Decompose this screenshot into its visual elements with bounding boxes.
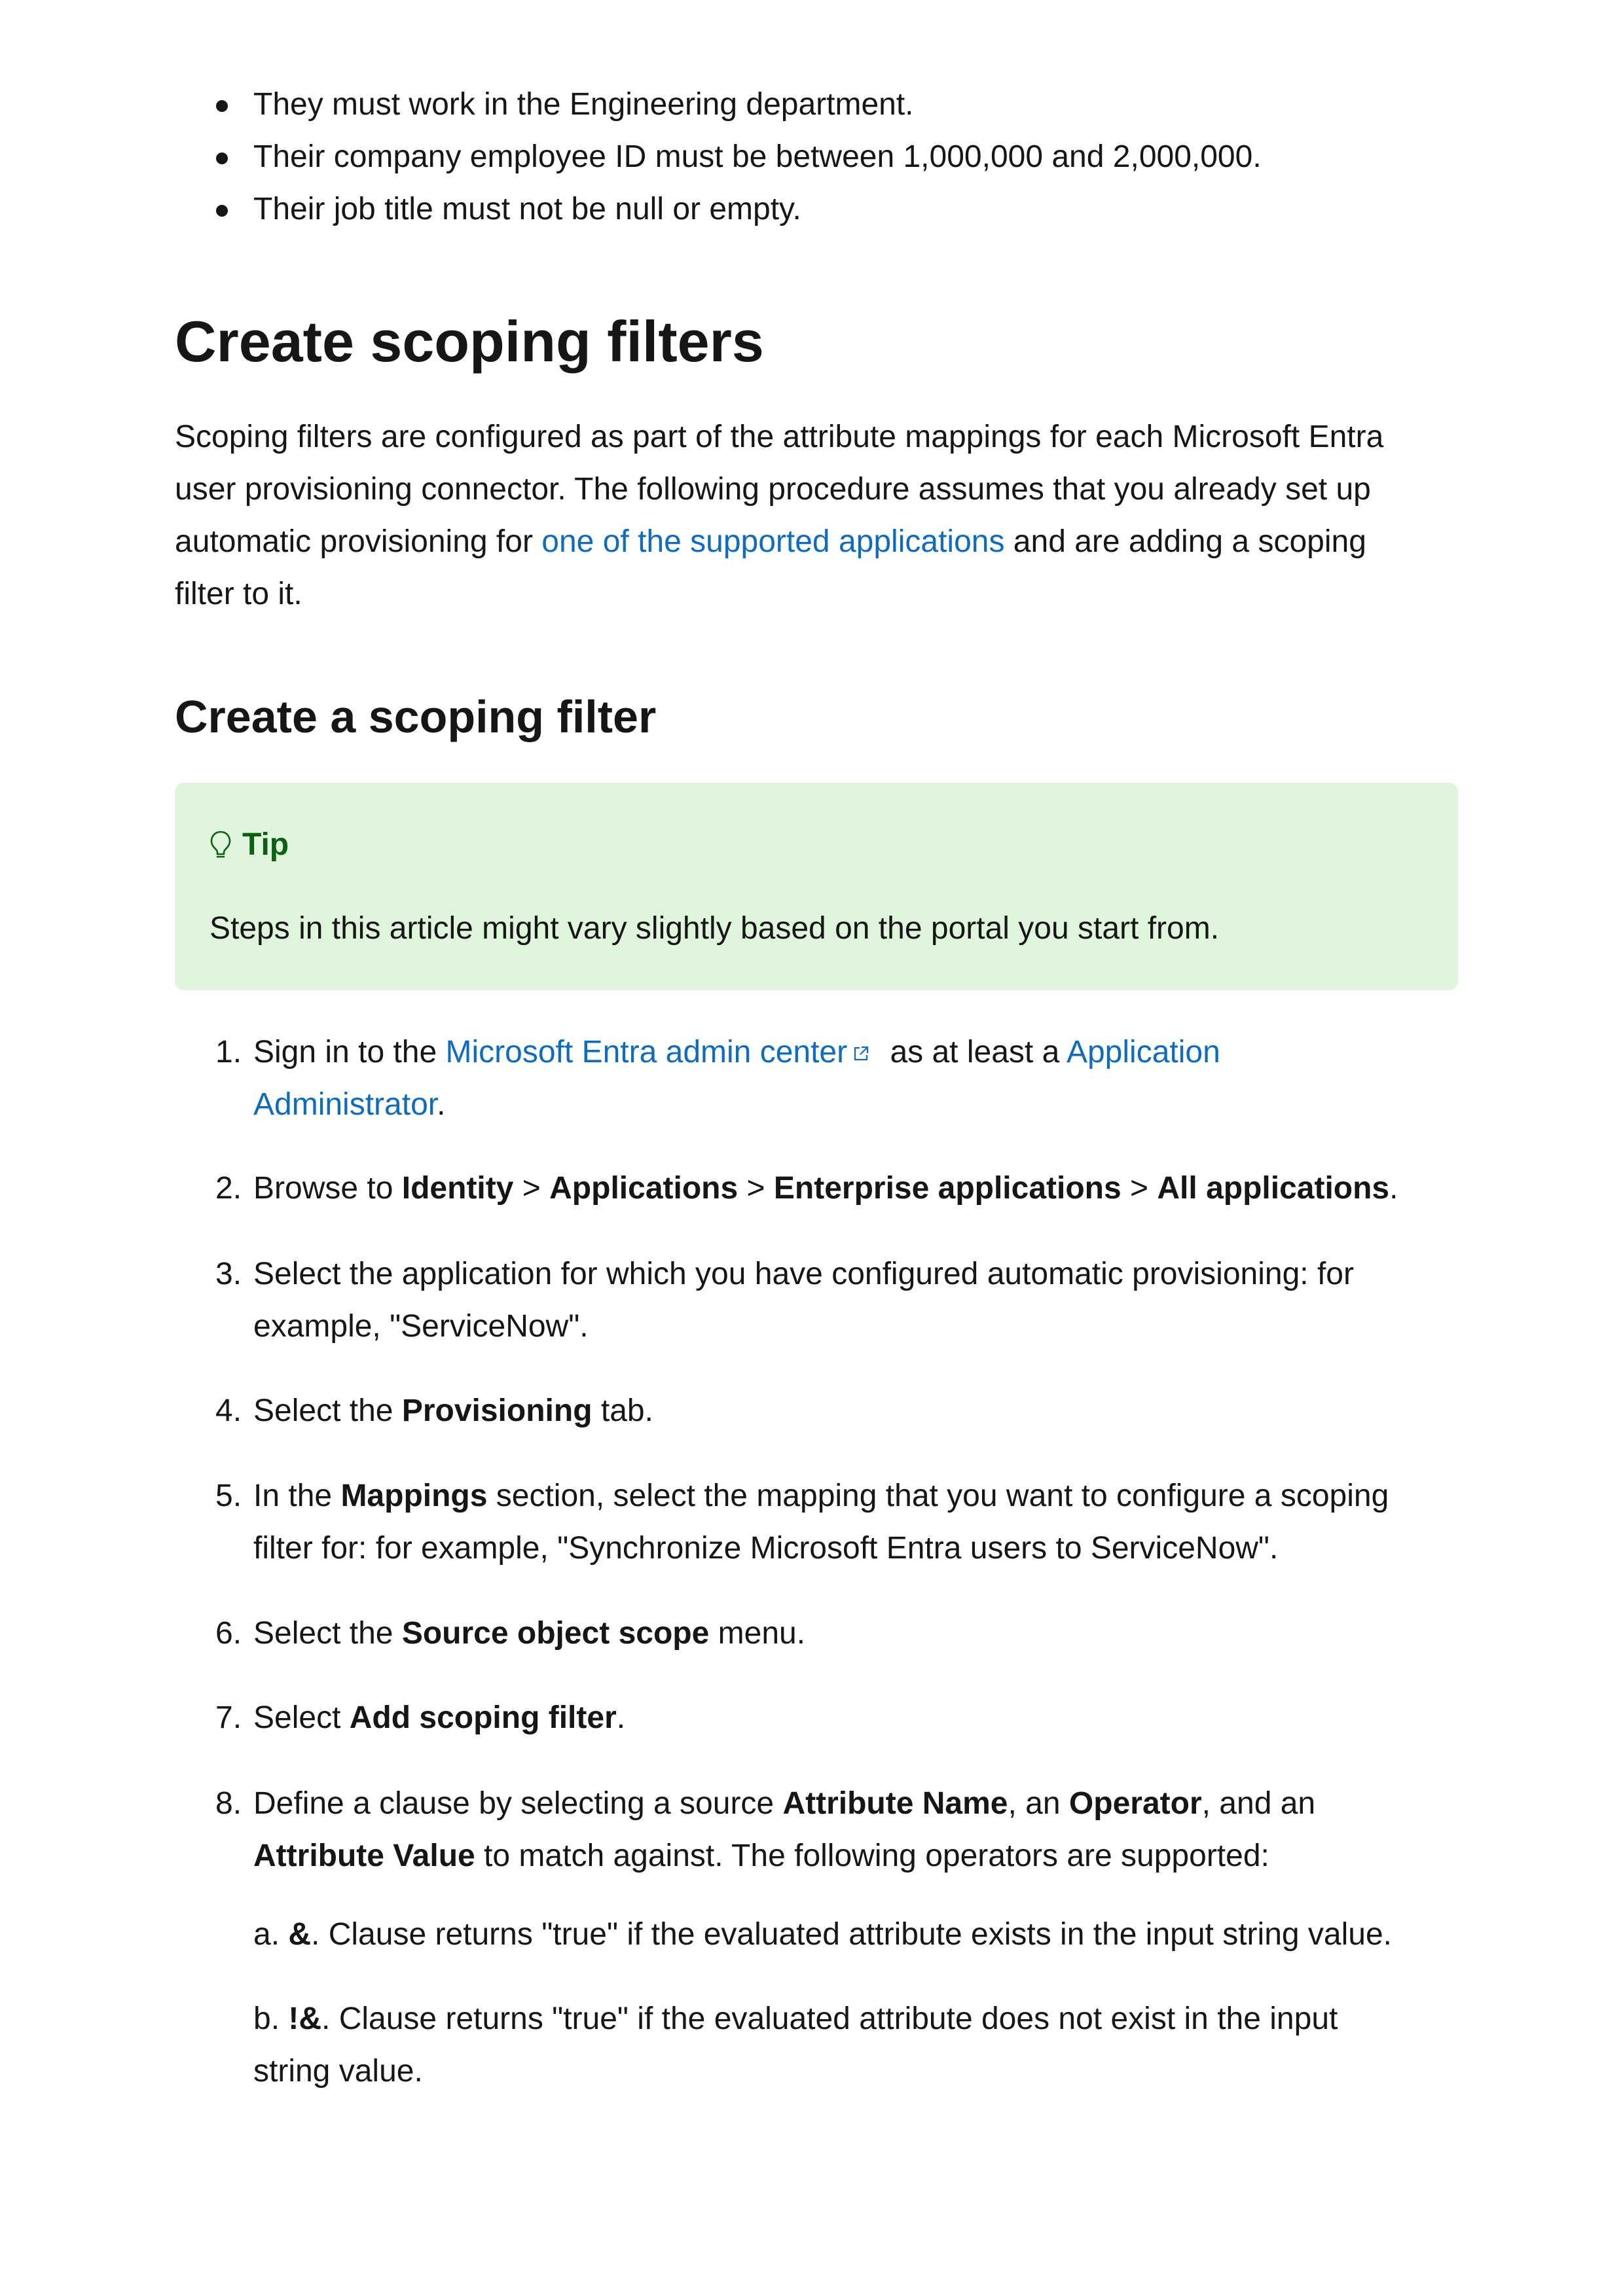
bullet-dot <box>216 152 228 164</box>
operator-item: b. !&. Clause returns "true" if the eval… <box>253 1993 1478 2098</box>
step-fragment: to match against. The following operator… <box>475 1839 1269 1873</box>
step-line: Define a clause by selecting a source At… <box>253 1778 1478 1830</box>
operator-description: . Clause returns "true" if the evaluated… <box>311 1917 1393 1952</box>
list-item: Their job title must not be null or empt… <box>175 183 1262 236</box>
ui-term-source-object-scope: Source object scope <box>401 1616 710 1651</box>
external-link-icon <box>854 1046 869 1061</box>
ui-term-attribute-name: Attribute Name <box>782 1786 1008 1821</box>
step-line: Select Add scoping filter. <box>253 1692 1478 1744</box>
step-number: 3. <box>215 1257 242 1291</box>
step-fragment: Select <box>253 1700 350 1735</box>
operator-line: string value. <box>253 2054 423 2089</box>
step-fragment: as at least a <box>881 1035 1067 1069</box>
step-number: 5. <box>215 1479 242 1513</box>
intro-line: Scoping filters are configured as part o… <box>175 420 1384 454</box>
list-item: Their company employee ID must be betwee… <box>175 131 1262 183</box>
application-administrator-link[interactable]: Application <box>1067 1035 1220 1069</box>
step-line: Administrator. <box>253 1079 1478 1131</box>
step-number: 1. <box>215 1035 242 1069</box>
step-line: In the Mappings section, select the mapp… <box>253 1470 1478 1522</box>
lightbulb-icon <box>210 831 231 858</box>
step-fragment: > <box>1121 1171 1158 1206</box>
operator-item: a. &. Clause returns "true" if the evalu… <box>253 1909 1478 1961</box>
step-fragment: menu. <box>709 1616 806 1651</box>
intro-text: automatic provisioning for <box>175 524 542 559</box>
step-text: Define a clause by selecting a source At… <box>253 1778 1478 1882</box>
step-fragment: , and an <box>1201 1786 1316 1821</box>
ui-term-operator: Operator <box>1068 1786 1202 1821</box>
intro-line: automatic provisioning for one of the su… <box>175 516 1478 568</box>
intro-text: and are adding a scoping <box>1004 524 1366 559</box>
ui-term-all-applications: All applications <box>1157 1171 1390 1206</box>
section-heading: Create scoping filters <box>175 309 764 374</box>
operator-prefix: b. <box>253 2001 289 2036</box>
list-item: They must work in the Engineering depart… <box>175 79 1262 131</box>
step-line: Select the Source object scope menu. <box>253 1607 1478 1660</box>
step-line: filter for: for example, "Synchronize Mi… <box>253 1531 1279 1566</box>
step-text: Sign in to the Microsoft Entra admin cen… <box>253 1026 1478 1131</box>
ui-term-add-scoping-filter: Add scoping filter <box>349 1700 617 1735</box>
tip-label: Tip <box>242 827 289 862</box>
step-fragment: , an <box>1008 1786 1069 1821</box>
step-number: 2. <box>215 1171 242 1206</box>
step-line: Select the Provisioning tab. <box>253 1385 1478 1437</box>
list-item-text: Their job title must not be null or empt… <box>253 192 801 226</box>
operator-line: a. &. Clause returns "true" if the evalu… <box>253 1909 1478 1961</box>
tip-callout: Tip Steps in this article might vary sli… <box>175 783 1458 990</box>
ui-term-identity: Identity <box>401 1171 514 1206</box>
operator-symbol: !& <box>288 2001 322 2036</box>
step-number: 4. <box>215 1393 242 1428</box>
step-text: Select Add scoping filter. <box>253 1692 1478 1744</box>
tip-text: Steps in this article might vary slightl… <box>210 911 1220 946</box>
step-text: In the Mappings section, select the mapp… <box>253 1470 1478 1575</box>
step-line: Browse to Identity > Applications > Ente… <box>253 1162 1478 1215</box>
ui-term-mappings: Mappings <box>340 1479 488 1513</box>
application-administrator-link[interactable]: Administrator <box>253 1087 437 1122</box>
supported-applications-link[interactable]: one of the supported applications <box>541 524 1004 559</box>
entra-admin-center-link[interactable]: Microsoft Entra admin center <box>446 1035 848 1069</box>
step-text: Select the application for which you hav… <box>253 1248 1478 1353</box>
ui-term-applications: Applications <box>549 1171 739 1206</box>
step-fragment: tab. <box>592 1393 653 1428</box>
operator-symbol: & <box>288 1917 312 1952</box>
step-text: Browse to Identity > Applications > Ente… <box>253 1162 1478 1215</box>
intro-paragraph: Scoping filters are configured as part o… <box>175 411 1478 620</box>
step-fragment: Define a clause by selecting a source <box>253 1786 783 1821</box>
step-fragment: > <box>738 1171 774 1206</box>
step-fragment: . <box>1389 1171 1398 1206</box>
step-line: Select the application for which you hav… <box>253 1257 1354 1291</box>
intro-line: filter to it. <box>175 577 302 611</box>
step-line: Attribute Value to match against. The fo… <box>253 1830 1478 1882</box>
bullet-dot <box>216 100 228 112</box>
step-fragment: In the <box>253 1479 341 1513</box>
step-text: Select the Provisioning tab. <box>253 1385 1478 1437</box>
criteria-bullet-list: They must work in the Engineering depart… <box>175 79 1262 236</box>
operator-description: . Clause returns "true" if the evaluated… <box>321 2001 1338 2036</box>
step-fragment: Browse to <box>253 1171 402 1206</box>
subsection-heading: Create a scoping filter <box>175 691 657 742</box>
bullet-dot <box>216 205 228 217</box>
step-fragment: . <box>437 1087 446 1122</box>
intro-line: user provisioning connector. The followi… <box>175 472 1371 507</box>
ui-term-enterprise-applications: Enterprise applications <box>773 1171 1122 1206</box>
step-fragment: Select the <box>253 1616 402 1651</box>
step-line: example, "ServiceNow". <box>253 1309 589 1344</box>
step-fragment: section, select the mapping that you wan… <box>487 1479 1389 1513</box>
operator-prefix: a. <box>253 1917 289 1952</box>
step-number: 7. <box>215 1700 242 1735</box>
list-item-text: Their company employee ID must be betwee… <box>253 139 1262 174</box>
tip-header: Tip <box>210 822 289 868</box>
step-number: 6. <box>215 1616 242 1651</box>
ui-term-provisioning: Provisioning <box>401 1393 593 1428</box>
list-item-text: They must work in the Engineering depart… <box>253 87 914 122</box>
ui-term-attribute-value: Attribute Value <box>253 1839 475 1873</box>
step-number: 8. <box>215 1786 242 1821</box>
step-fragment: Select the <box>253 1393 402 1428</box>
operator-line: b. !&. Clause returns "true" if the eval… <box>253 1993 1478 2045</box>
step-fragment: . <box>616 1700 626 1735</box>
step-line: Sign in to the Microsoft Entra admin cen… <box>253 1026 1478 1079</box>
step-fragment: > <box>513 1171 550 1206</box>
step-fragment: Sign in to the <box>253 1035 446 1069</box>
step-text: Select the Source object scope menu. <box>253 1607 1478 1660</box>
